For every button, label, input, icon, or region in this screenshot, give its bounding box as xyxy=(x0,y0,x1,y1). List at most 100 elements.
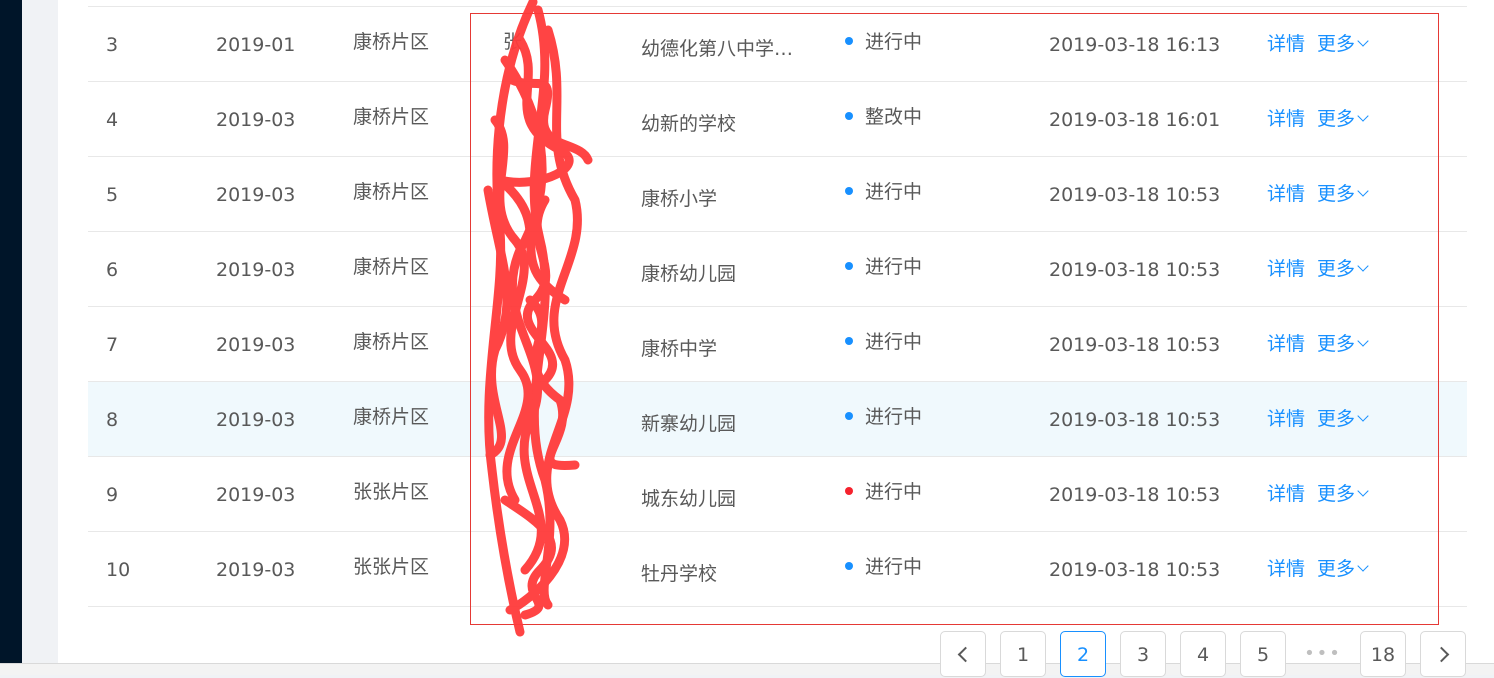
chevron-down-icon xyxy=(1357,335,1369,347)
chevron-right-icon xyxy=(1433,646,1449,663)
pagination-prev-button[interactable] xyxy=(940,631,986,677)
more-dropdown[interactable]: 更多 xyxy=(1317,108,1369,130)
status-dot xyxy=(845,36,853,45)
page-button[interactable]: 4 xyxy=(1180,631,1226,677)
table-row[interactable]: 9 2019-03 张张片区 城东幼儿园 进行中 2019-03-18 10:53 详情 更多 xyxy=(88,457,1467,532)
status-text: 进行中 xyxy=(865,481,923,503)
row-school: 城东幼儿园 xyxy=(641,488,737,510)
more-dropdown[interactable]: 更多 xyxy=(1317,333,1369,355)
detail-link[interactable]: 详情 xyxy=(1267,558,1305,580)
row-number: 9 xyxy=(106,484,119,506)
chevron-down-icon xyxy=(1357,35,1369,47)
row-actions: 详情 更多 xyxy=(1267,329,1369,356)
side-nav-edge xyxy=(0,0,22,675)
chevron-left-icon xyxy=(957,646,973,663)
more-label: 更多 xyxy=(1317,258,1356,280)
status-badge: 进行中 xyxy=(845,27,922,54)
more-label: 更多 xyxy=(1317,558,1356,580)
chevron-down-icon xyxy=(1357,410,1369,422)
status-text: 进行中 xyxy=(865,406,923,428)
more-dropdown[interactable]: 更多 xyxy=(1317,558,1369,580)
chevron-down-icon xyxy=(1357,560,1369,572)
row-area: 张张片区 xyxy=(353,481,430,503)
table-row[interactable]: 4 2019-03 康桥片区 幼新的学校 整改中 2019-03-18 16:01 详情 更多 xyxy=(88,82,1467,157)
status-badge: 进行中 xyxy=(845,252,922,279)
status-text: 进行中 xyxy=(865,331,923,353)
chevron-down-icon xyxy=(1357,485,1369,497)
table-row[interactable]: 7 2019-03 康桥片区 康桥中学 进行中 2019-03-18 10:53 详情 更多 xyxy=(88,307,1467,382)
pagination-next-button[interactable] xyxy=(1420,631,1466,677)
more-label: 更多 xyxy=(1317,483,1356,505)
more-label: 更多 xyxy=(1317,108,1356,130)
table-row[interactable]: 6 2019-03 康桥片区 康桥幼儿园 进行中 2019-03-18 10:53 详情 更多 xyxy=(88,232,1467,307)
status-text: 进行中 xyxy=(865,556,923,578)
more-dropdown[interactable]: 更多 xyxy=(1317,258,1369,280)
status-badge: 进行中 xyxy=(845,402,922,429)
status-dot xyxy=(845,111,853,120)
status-dot xyxy=(845,186,853,195)
pagination-ellipsis[interactable]: ••• xyxy=(1300,631,1346,677)
row-month: 2019-03 xyxy=(216,484,296,506)
row-school: 康桥中学 xyxy=(641,338,718,360)
detail-link[interactable]: 详情 xyxy=(1267,183,1305,205)
row-time: 2019-03-18 16:13 xyxy=(1049,34,1221,56)
page-button-last[interactable]: 18 xyxy=(1360,631,1406,677)
detail-link[interactable]: 详情 xyxy=(1267,33,1305,55)
row-actions: 详情 更多 xyxy=(1267,554,1369,581)
status-dot xyxy=(845,411,853,420)
status-text: 进行中 xyxy=(865,256,923,278)
row-number: 5 xyxy=(106,184,119,206)
inspection-table: 3 2019-01 康桥片区 张 幼德化第八中学… 进行中 2019-03-18 16:13… xyxy=(88,6,1467,607)
row-number: 10 xyxy=(106,559,131,581)
detail-link[interactable]: 详情 xyxy=(1267,108,1305,130)
row-area: 康桥片区 xyxy=(353,331,430,353)
more-dropdown[interactable]: 更多 xyxy=(1317,183,1369,205)
table-row[interactable]: 8 2019-03 康桥片区 新寨幼儿园 进行中 2019-03-18 10:53 详情 更多 xyxy=(88,382,1467,457)
detail-link[interactable]: 详情 xyxy=(1267,333,1305,355)
row-month: 2019-03 xyxy=(216,409,296,431)
row-time: 2019-03-18 10:53 xyxy=(1049,259,1221,281)
table-row[interactable]: 5 2019-03 康桥片区 康桥小学 进行中 2019-03-18 10:53 详情 更多 xyxy=(88,157,1467,232)
row-time: 2019-03-18 10:53 xyxy=(1049,409,1221,431)
row-area: 康桥片区 xyxy=(353,106,430,128)
chevron-down-icon xyxy=(1357,185,1369,197)
row-area: 康桥片区 xyxy=(353,256,430,278)
more-dropdown[interactable]: 更多 xyxy=(1317,408,1369,430)
table-row[interactable]: 3 2019-01 康桥片区 张 幼德化第八中学… 进行中 2019-03-18 16:13… xyxy=(88,7,1467,82)
row-actions: 详情 更多 xyxy=(1267,104,1369,131)
more-dropdown[interactable]: 更多 xyxy=(1317,33,1369,55)
detail-link[interactable]: 详情 xyxy=(1267,483,1305,505)
chevron-down-icon xyxy=(1357,260,1369,272)
row-actions: 详情 更多 xyxy=(1267,179,1369,206)
content-gutter xyxy=(22,0,58,675)
row-month: 2019-03 xyxy=(216,184,296,206)
page-button[interactable]: 3 xyxy=(1120,631,1166,677)
status-dot xyxy=(845,561,853,570)
status-text: 进行中 xyxy=(865,31,923,53)
page-button[interactable]: 5 xyxy=(1240,631,1286,677)
row-time: 2019-03-18 10:53 xyxy=(1049,184,1221,206)
more-dropdown[interactable]: 更多 xyxy=(1317,483,1369,505)
row-school: 新寨幼儿园 xyxy=(641,413,737,435)
more-label: 更多 xyxy=(1317,183,1356,205)
row-actions: 详情 更多 xyxy=(1267,29,1369,56)
status-dot xyxy=(845,336,853,345)
row-area: 康桥片区 xyxy=(353,406,430,428)
chevron-down-icon xyxy=(1357,110,1369,122)
page-button[interactable]: 1 xyxy=(1000,631,1046,677)
page-button-current[interactable]: 2 xyxy=(1060,631,1106,677)
detail-link[interactable]: 详情 xyxy=(1267,258,1305,280)
row-time: 2019-03-18 10:53 xyxy=(1049,334,1221,356)
row-area: 康桥片区 xyxy=(353,31,430,53)
row-time: 2019-03-18 10:53 xyxy=(1049,484,1221,506)
more-label: 更多 xyxy=(1317,33,1356,55)
detail-link[interactable]: 详情 xyxy=(1267,408,1305,430)
row-number: 7 xyxy=(106,334,119,356)
row-actions: 详情 更多 xyxy=(1267,404,1369,431)
status-badge: 整改中 xyxy=(845,102,922,129)
table-row[interactable]: 10 2019-03 张张片区 牡丹学校 进行中 2019-03-18 10:53 详情 更多 xyxy=(88,532,1467,607)
more-label: 更多 xyxy=(1317,408,1356,430)
row-month: 2019-03 xyxy=(216,259,296,281)
status-badge: 进行中 xyxy=(845,327,922,354)
more-label: 更多 xyxy=(1317,333,1356,355)
